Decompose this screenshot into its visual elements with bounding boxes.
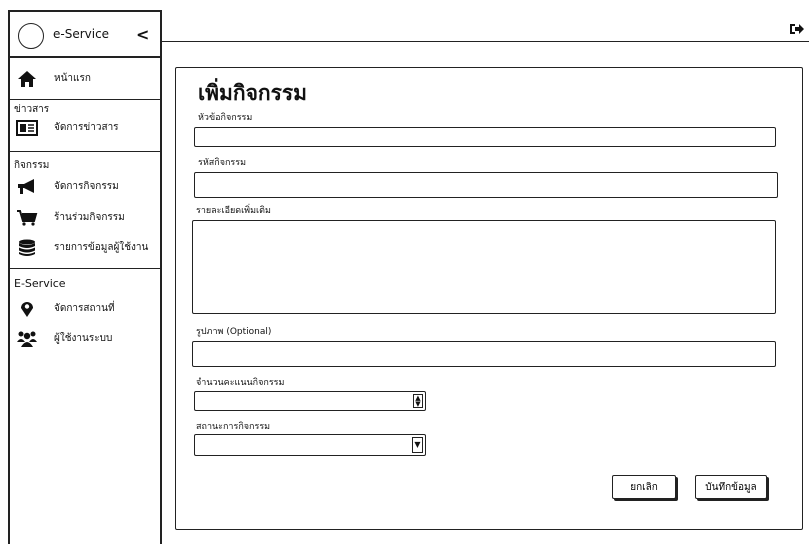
divider [10,99,160,100]
users-icon [17,331,37,347]
brand-header: e-Service < [10,12,160,58]
sidebar-item-manage-activities[interactable]: จัดการกิจกรรม [10,176,160,198]
sidebar-item-label: จัดการกิจกรรม [54,181,119,192]
details-textarea[interactable] [192,220,776,314]
sidebar-item-label: จัดการสถานที่ [54,303,115,314]
section-title-activities: กิจกรรม [14,160,50,171]
image-label: รูปภาพ (Optional) [196,327,272,337]
stepper-arrows-icon[interactable]: ▲ ▼ [413,394,423,408]
sidebar-item-label: รายการข้อมูลผู้ใช้งาน [54,242,149,253]
cancel-button[interactable]: ยกเลิก [612,475,676,499]
topic-input[interactable] [194,127,776,147]
divider [10,268,160,269]
newspaper-icon [16,120,38,136]
sidebar-item-system-users[interactable]: ผู้ใช้งานระบบ [10,328,160,350]
header-divider [162,41,809,42]
app-name: e-Service [53,27,110,41]
points-label: จำนวนคะแนนกิจกรรม [196,378,285,388]
sidebar: e-Service < หน้าแรก ข่าวสาร จัดการข่าวสา… [8,10,162,544]
save-button[interactable]: บันทึกข้อมูล [695,475,767,499]
map-marker-icon [21,302,33,317]
details-label: รายละเอียดเพิ่มเติม [196,206,271,216]
sidebar-item-home[interactable]: หน้าแรก [10,68,160,90]
topic-label: หัวข้อกิจกรรม [198,113,253,123]
sidebar-item-label: ผู้ใช้งานระบบ [54,333,113,344]
page-title: เพิ่มกิจกรรม [198,81,307,105]
megaphone-icon [18,179,34,194]
image-input[interactable] [192,341,776,367]
status-select[interactable]: ▼ [194,434,426,456]
divider [10,151,160,152]
code-label: รหัสกิจกรรม [198,158,247,168]
status-label: สถานะการกิจกรรม [196,422,271,432]
sidebar-item-manage-places[interactable]: จัดการสถานที่ [10,298,160,320]
database-icon [19,239,35,256]
section-title-news: ข่าวสาร [14,104,50,115]
code-input[interactable] [194,172,778,198]
logo-circle-icon [18,23,44,49]
points-number-stepper[interactable]: ▲ ▼ [194,391,426,411]
logout-icon[interactable] [789,22,805,36]
sidebar-item-manage-news[interactable]: จัดการข่าวสาร [10,117,160,139]
home-icon [18,71,36,87]
section-title-eservice: E-Service [14,277,66,290]
sidebar-item-label: จัดการข่าวสาร [54,122,119,133]
sidebar-item-label: หน้าแรก [54,73,91,84]
collapse-sidebar-button[interactable]: < [136,25,149,44]
cart-icon [17,210,38,226]
chevron-down-icon[interactable]: ▼ [412,437,423,453]
sidebar-item-partner-shops[interactable]: ร้านร่วมกิจกรรม [10,207,160,229]
sidebar-item-user-data-list[interactable]: รายการข้อมูลผู้ใช้งาน [10,237,160,259]
sidebar-item-label: ร้านร่วมกิจกรรม [54,212,125,223]
